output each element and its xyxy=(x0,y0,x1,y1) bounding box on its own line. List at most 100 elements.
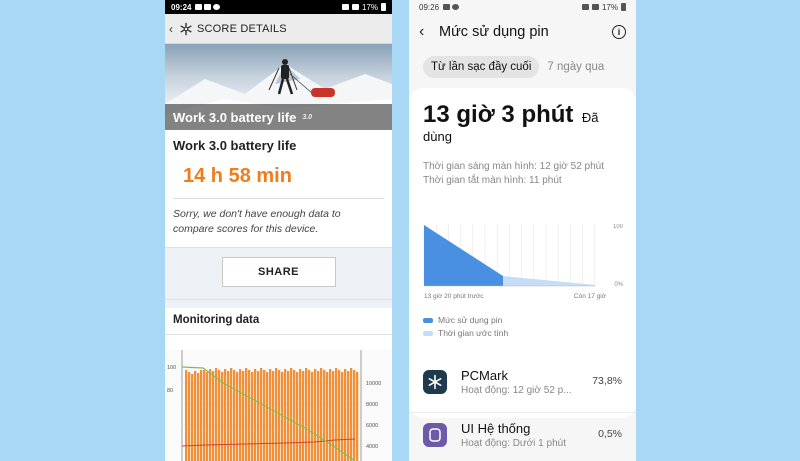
battery-chart: 100 0% 13 giờ 20 phút trước Còn 17 giờ xyxy=(423,224,623,300)
chart-bar xyxy=(257,371,260,461)
chart-bar xyxy=(188,372,191,461)
chart-bar xyxy=(347,371,350,461)
notification-icon xyxy=(452,4,460,10)
chart-bar xyxy=(323,370,326,461)
chart-bar xyxy=(272,371,275,461)
chart-bar xyxy=(254,369,257,461)
app-name: UI Hệ thống xyxy=(461,421,531,436)
chart-bar xyxy=(296,372,299,461)
chart-bar xyxy=(299,369,302,461)
usage-total: 13 giờ 3 phút xyxy=(423,101,574,128)
legend-swatch xyxy=(423,330,433,336)
system-ui-icon xyxy=(423,423,447,447)
chart-bar xyxy=(266,372,269,461)
chart-bar xyxy=(218,370,221,461)
chart-bar xyxy=(314,369,317,461)
hero-title: Work 3.0 battery life xyxy=(173,109,297,125)
x-label-right: Còn 17 giờ xyxy=(574,293,607,300)
battery-icon xyxy=(621,3,626,11)
battery-icon xyxy=(381,3,386,11)
chart-bar xyxy=(353,370,356,461)
app-active-time: Hoạt động: 12 giờ 52 p... xyxy=(461,385,572,396)
chart-bar xyxy=(269,369,272,461)
chart-legend: Mức sử dụng pin Thời gian ước tính xyxy=(423,315,508,341)
chart-bar xyxy=(248,370,251,461)
monitoring-chart: 100 80 10000 8000 6000 4000 xyxy=(165,350,392,461)
chart-bar xyxy=(356,372,359,461)
status-bar: 09:26 17% xyxy=(409,0,636,14)
signal-icon xyxy=(591,4,599,10)
app-row-pcmark[interactable]: PCMark Hoạt động: 12 giờ 52 p... 73,8% xyxy=(409,360,636,412)
chart-bar xyxy=(203,370,206,461)
pcmark-phone-screen: 09:24 17% ‹ SCORE DETAILS Work 3.0 batte… xyxy=(165,0,392,461)
y-tick-right: 10000 xyxy=(366,381,381,387)
chart-bar xyxy=(227,371,230,461)
mute-icon xyxy=(581,4,589,10)
pcmark-snowflake-icon xyxy=(423,370,447,394)
chart-bar xyxy=(344,369,347,461)
status-time: 09:24 xyxy=(171,2,192,12)
app-row-system-ui[interactable]: UI Hệ thống Hoạt động: Dưới 1 phút 0,5% xyxy=(409,412,636,461)
share-button[interactable]: SHARE xyxy=(221,257,336,288)
tab-since-last-charge[interactable]: Từ lần sạc đầy cuối xyxy=(423,56,540,78)
notification-icon xyxy=(443,4,451,10)
snowflake-logo-icon xyxy=(180,22,192,35)
hero-banner: Work 3.0 battery life 3.0 xyxy=(165,44,392,130)
chevron-left-icon[interactable]: ‹ xyxy=(419,23,439,41)
y-tick-left: 80 xyxy=(167,388,173,394)
chart-bar xyxy=(326,372,329,461)
legend-estimate-label: Thời gian ước tính xyxy=(438,328,509,338)
monitoring-title: Monitoring data xyxy=(165,308,392,336)
chart-bar xyxy=(185,370,188,461)
usage-card: 13 giờ 3 phút Đã dùng Thời gian sáng màn… xyxy=(409,88,636,449)
chart-bar xyxy=(242,371,245,461)
chart-bar xyxy=(317,371,320,461)
chart-bar xyxy=(278,370,281,461)
app-active-time: Hoạt động: Dưới 1 phút xyxy=(461,438,566,449)
page-title: SCORE DETAILS xyxy=(197,22,287,35)
result-value: 14 h 58 min xyxy=(183,165,292,187)
chart-bar xyxy=(209,369,212,461)
chart-bar xyxy=(341,372,344,461)
app-percent: 73,8% xyxy=(592,375,622,387)
screen-on-time: Thời gian sáng màn hình: 12 giờ 52 phút xyxy=(423,160,605,172)
chart-bar xyxy=(194,371,197,461)
legend-estimate: Thời gian ước tính xyxy=(423,328,508,338)
app-percent: 0,5% xyxy=(598,428,622,440)
y-tick-top: 100 xyxy=(613,224,623,230)
chart-bar xyxy=(311,372,314,461)
battery-percent: 17% xyxy=(361,2,378,12)
chart-bar xyxy=(230,368,233,461)
app-name: PCMark xyxy=(461,368,508,383)
app-list: PCMark Hoạt động: 12 giờ 52 p... 73,8% U… xyxy=(409,360,636,461)
estimate-area xyxy=(503,276,595,286)
chart-bar xyxy=(245,368,248,461)
chart-bar xyxy=(284,369,287,461)
chart-bar xyxy=(206,372,209,461)
notice-text: Sorry, we don't have enough data to comp… xyxy=(173,208,341,236)
signal-icon xyxy=(351,4,359,10)
notification-icon xyxy=(195,4,203,10)
chart-bar xyxy=(260,368,263,461)
screen-time-info: Thời gian sáng màn hình: 12 giờ 52 phút … xyxy=(423,160,622,187)
app-header: ‹ SCORE DETAILS xyxy=(165,14,392,44)
y-tick-right: 6000 xyxy=(366,423,378,429)
chart-bar xyxy=(263,370,266,461)
chart-bar xyxy=(290,368,293,461)
tab-last-7-days[interactable]: 7 ngày qua xyxy=(547,61,604,73)
legend-usage-label: Mức sử dụng pin xyxy=(438,315,503,325)
hero-version: 3.0 xyxy=(302,113,313,121)
app-header: ‹ Mức sử dụng pin i xyxy=(409,14,636,50)
chart-bar xyxy=(233,370,236,461)
y-tick-left: 100 xyxy=(167,365,176,371)
status-time: 09:26 xyxy=(419,2,440,12)
info-icon[interactable]: i xyxy=(612,25,626,39)
section-gap xyxy=(165,300,392,309)
y-tick-right: 4000 xyxy=(366,444,378,450)
chart-bar xyxy=(251,372,254,461)
chevron-left-icon[interactable]: ‹ xyxy=(169,22,177,36)
period-tabs: Từ lần sạc đầy cuối 7 ngày qua xyxy=(409,50,636,78)
chart-bar xyxy=(350,368,353,461)
legend-swatch xyxy=(423,317,433,323)
chart-bar xyxy=(320,368,323,461)
